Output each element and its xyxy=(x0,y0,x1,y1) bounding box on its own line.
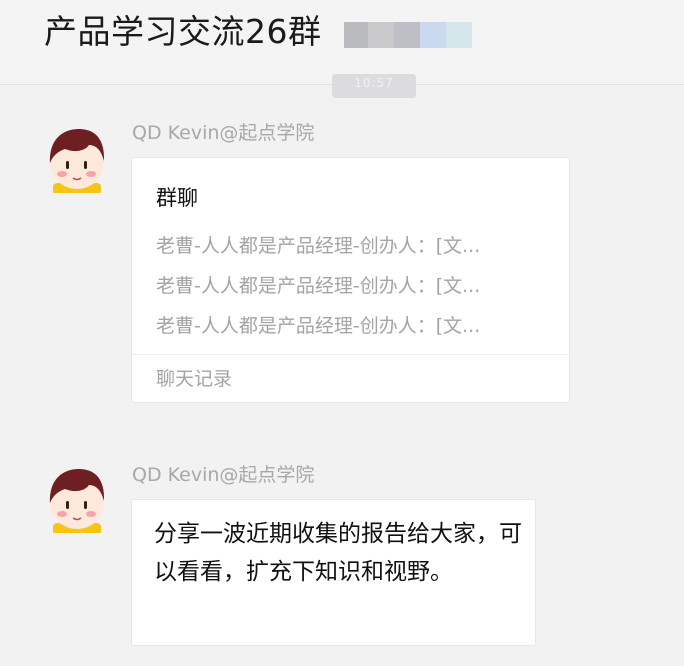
card-divider xyxy=(132,354,569,355)
chat-record-card[interactable]: 群聊 老曹-人人都是产品经理-创办人：[文... 老曹-人人都是产品经理-创办人… xyxy=(131,157,570,403)
group-title: 产品学习交流26群 xyxy=(44,12,322,51)
chat-header: 产品学习交流26群 xyxy=(0,0,684,85)
card-footer: 聊天记录 xyxy=(156,368,233,390)
sender-avatar[interactable] xyxy=(45,127,109,195)
sender-avatar[interactable] xyxy=(45,467,109,535)
message-timestamp: 10:57 xyxy=(332,74,416,98)
timestamp-text: 10:57 xyxy=(354,76,394,90)
text-message-bubble[interactable]: 分享一波近期收集的报告给大家，可以看看，扩充下知识和视野。 xyxy=(131,499,536,646)
card-line: 老曹-人人都是产品经理-创办人：[文... xyxy=(156,235,481,257)
card-line: 老曹-人人都是产品经理-创办人：[文... xyxy=(156,275,481,297)
sender-name: QD Kevin@起点学院 xyxy=(132,122,315,144)
sender-name: QD Kevin@起点学院 xyxy=(132,464,315,486)
card-line: 老曹-人人都是产品经理-创办人：[文... xyxy=(156,315,481,337)
cartoon-boy-avatar-icon xyxy=(49,129,105,195)
message-text: 分享一波近期收集的报告给大家，可以看看，扩充下知识和视野。 xyxy=(154,521,522,585)
card-title: 群聊 xyxy=(156,186,198,210)
cartoon-boy-avatar-icon xyxy=(49,469,105,535)
